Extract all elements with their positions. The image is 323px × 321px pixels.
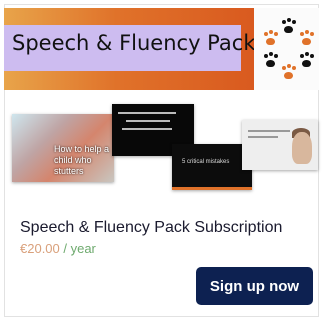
banner-title-box: Speech & Fluency Pack xyxy=(4,25,255,71)
video-thumbnail[interactable]: How to help a child who stutters xyxy=(12,114,114,182)
price-period: / year xyxy=(59,241,96,256)
thumbnail-text-line xyxy=(122,128,172,130)
paw-icon xyxy=(298,30,314,46)
paw-icon xyxy=(280,64,296,80)
product-price: €20.00 / year xyxy=(20,241,96,256)
paw-icon xyxy=(262,52,278,68)
paw-icon xyxy=(280,18,296,34)
sign-up-button[interactable]: Sign up now xyxy=(196,267,313,305)
video-thumbnail[interactable]: 5 critical mistakes xyxy=(172,144,252,190)
thumbnail-progress-bar xyxy=(172,187,252,190)
thumbnail-text-line xyxy=(126,120,170,122)
product-banner-image[interactable]: Speech & Fluency Pack xyxy=(4,8,255,90)
thumbnail-text-line xyxy=(248,136,278,138)
person-face xyxy=(292,132,312,164)
product-title[interactable]: Speech & Fluency Pack Subscription xyxy=(20,219,282,237)
thumbnail-caption: How to help a child who stutters xyxy=(54,144,110,176)
banner-title: Speech & Fluency Pack xyxy=(12,31,256,55)
price-amount: €20.00 xyxy=(20,241,60,256)
paw-icon xyxy=(298,52,314,68)
video-thumbnails: How to help a child who stutters 5 criti… xyxy=(10,104,318,199)
paw-prints-icon xyxy=(254,8,319,90)
thumbnail-text-line xyxy=(248,130,290,132)
paw-icon xyxy=(262,30,278,46)
thumbnail-text-line xyxy=(118,112,176,114)
thumbnail-caption: 5 critical mistakes xyxy=(182,159,230,165)
video-thumbnail[interactable] xyxy=(242,120,318,170)
